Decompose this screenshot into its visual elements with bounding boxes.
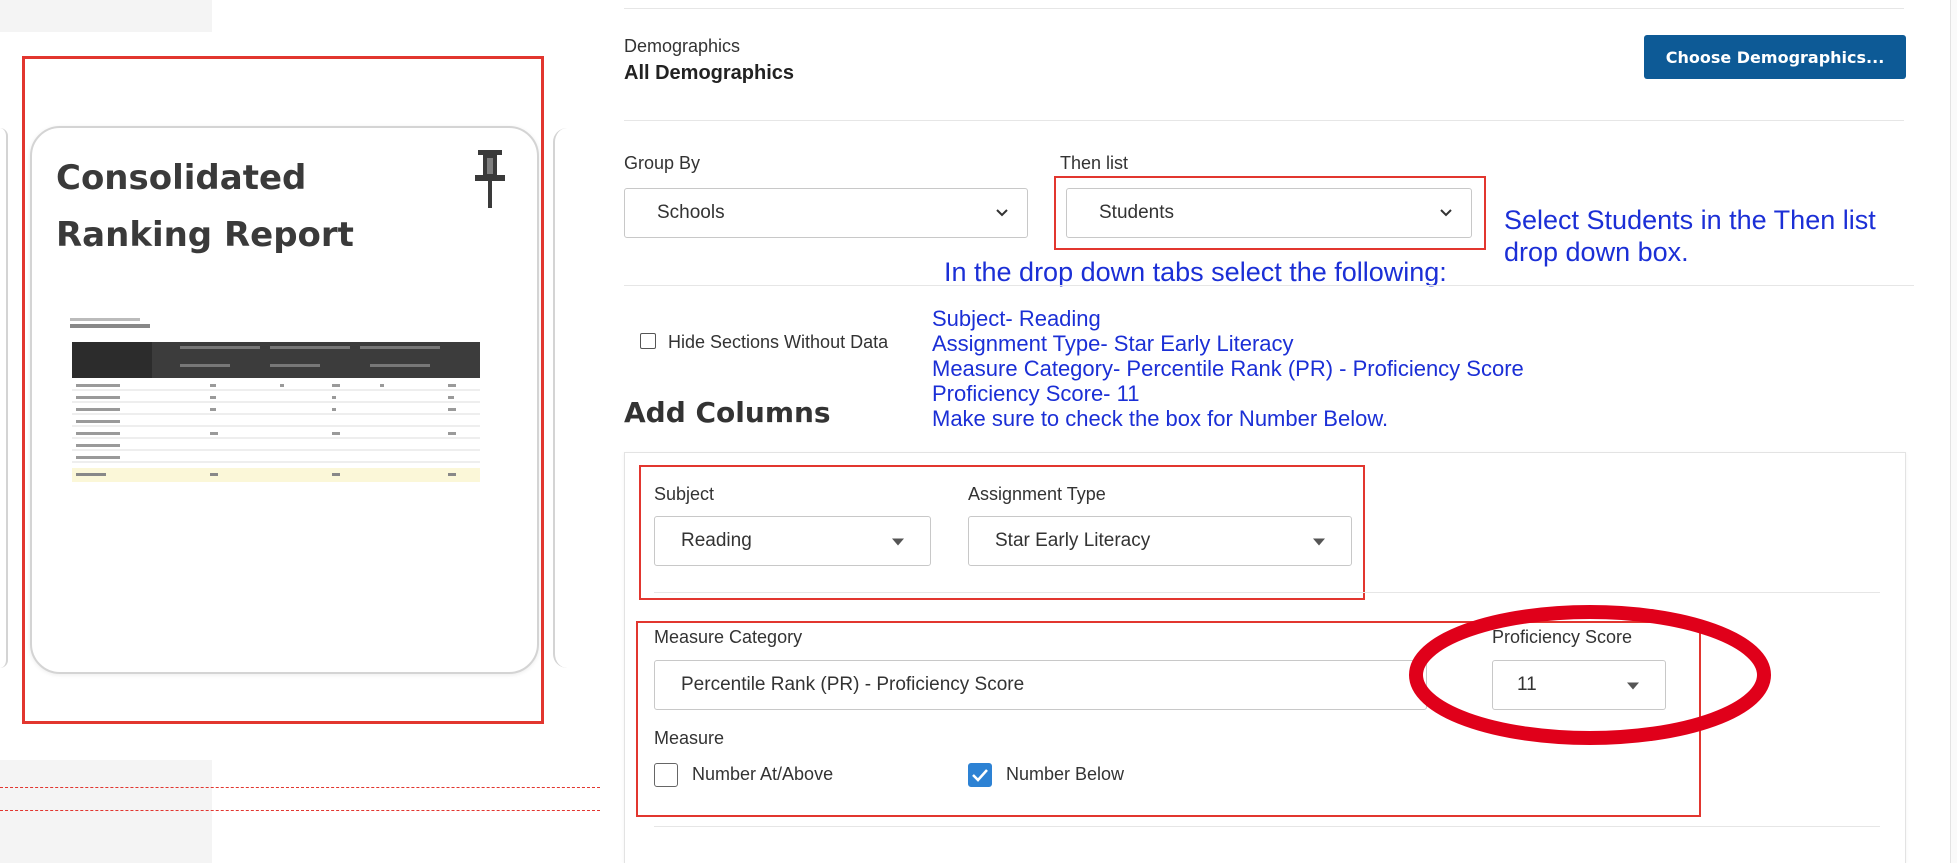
measure-category-label: Measure Category [654, 627, 803, 647]
proficiency-score-circle-highlight [1409, 605, 1771, 745]
number-below-checkbox[interactable] [968, 763, 992, 787]
pin-icon[interactable] [475, 150, 505, 208]
number-at-above-checkbox[interactable] [654, 763, 678, 787]
divider [654, 826, 1880, 827]
hide-sections-checkbox[interactable] [640, 333, 656, 349]
next-report-card-edge[interactable] [553, 128, 567, 668]
subject-value: Reading [681, 530, 752, 551]
group-by-value: Schools [657, 202, 725, 223]
divider [654, 592, 1880, 593]
subject-label: Subject [654, 484, 715, 504]
group-by-select[interactable]: Schools [624, 188, 1028, 238]
tabs-heading-note: In the drop down tabs select the followi… [944, 257, 1447, 287]
then-list-value: Students [1099, 202, 1174, 223]
note-line: drop down box. [1504, 237, 1689, 267]
assignment-type-select[interactable]: Star Early Literacy [968, 516, 1352, 566]
measure-category-select[interactable]: Percentile Rank (PR) - Proficiency Score [654, 660, 1427, 710]
previous-report-card-edge[interactable] [0, 128, 8, 668]
chevron-down-icon [1440, 209, 1452, 217]
instruction-line: Proficiency Score- 11 [932, 381, 1140, 406]
note-line: Select Students in the Then list [1504, 205, 1876, 235]
subject-select[interactable]: Reading [654, 516, 931, 566]
left-panel-background [0, 0, 212, 32]
instruction-line: Subject- Reading [932, 306, 1101, 331]
measure-category-value: Percentile Rank (PR) - Proficiency Score [681, 674, 1025, 695]
hide-sections-label: Hide Sections Without Data [668, 332, 889, 352]
divider [624, 285, 1914, 286]
caret-down-icon [1313, 538, 1325, 546]
checkmark-icon [971, 768, 988, 782]
number-at-above-label: Number At/Above [692, 764, 834, 784]
choose-demographics-button[interactable]: Choose Demographics... [1644, 35, 1906, 79]
then-list-select[interactable]: Students [1066, 188, 1472, 238]
instruction-line: Measure Category- Percentile Rank (PR) -… [932, 356, 1524, 381]
number-below-label: Number Below [1006, 764, 1125, 784]
divider [624, 8, 1904, 9]
instruction-line: Assignment Type- Star Early Literacy [932, 331, 1294, 356]
divider-dashed [0, 787, 600, 788]
measure-label: Measure [654, 728, 725, 748]
divider [624, 120, 1904, 121]
scrollbar[interactable] [1950, 0, 1957, 863]
report-card-title: Consolidated Ranking Report [56, 158, 354, 255]
then-list-label: Then list [1060, 153, 1129, 173]
chevron-down-icon [996, 209, 1008, 217]
caret-down-icon [892, 538, 904, 546]
divider-dashed [0, 810, 600, 811]
demographics-label: Demographics [624, 36, 741, 56]
instruction-line: Make sure to check the box for Number Be… [932, 406, 1389, 431]
instructions-note: Subject- Reading Assignment Type- Star E… [932, 306, 1524, 431]
assignment-type-value: Star Early Literacy [995, 530, 1151, 551]
add-columns-heading: Add Columns [624, 396, 831, 429]
assignment-type-label: Assignment Type [968, 484, 1106, 504]
report-preview-thumbnail [70, 318, 480, 482]
left-panel-background-bottom [0, 760, 212, 863]
group-by-label: Group By [624, 153, 701, 173]
then-list-note: Select Students in the Then list drop do… [1504, 204, 1876, 268]
demographics-value: All Demographics [624, 62, 795, 84]
